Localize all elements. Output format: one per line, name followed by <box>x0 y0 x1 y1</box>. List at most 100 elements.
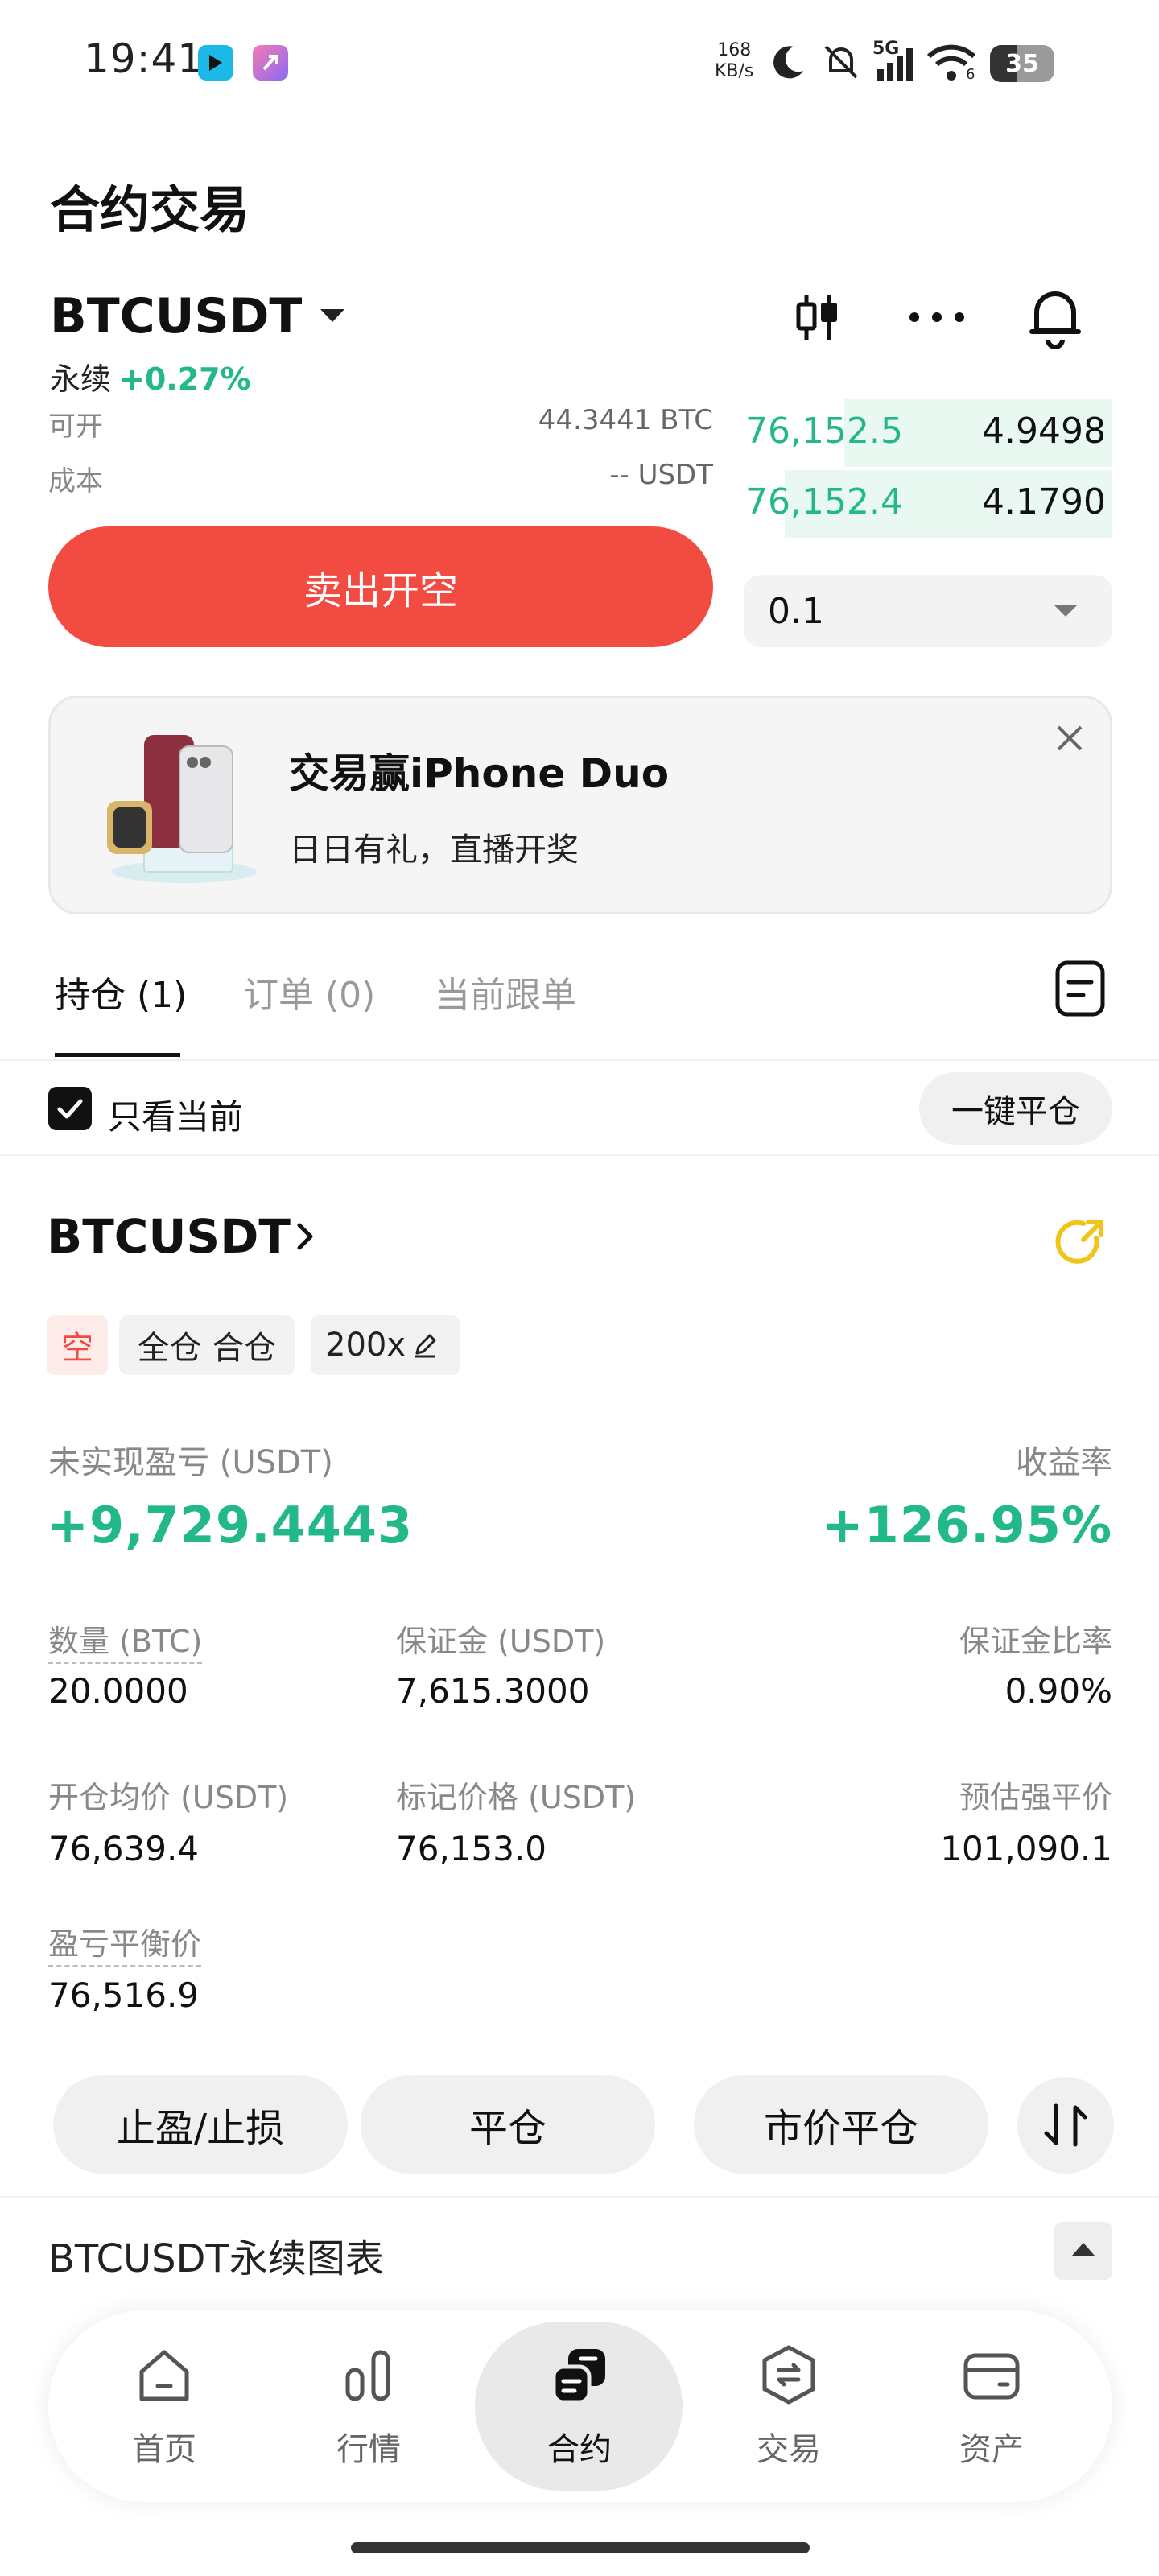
nav-label: 交易 <box>757 2431 821 2468</box>
nav-label: 行情 <box>336 2431 401 2468</box>
entry-price-value: 76,639.4 <box>48 1829 200 1868</box>
breakeven-price-label[interactable]: 盈亏平衡价 <box>48 1919 202 1967</box>
caret-down-icon <box>1054 605 1077 617</box>
active-tab-indicator <box>55 1053 180 1057</box>
roe-value: +126.95% <box>821 1496 1112 1554</box>
margin-ratio-label: 保证金比率 <box>959 1624 1112 1659</box>
roe-label: 收益率 <box>1016 1444 1112 1481</box>
chevron-down-icon[interactable] <box>320 309 344 322</box>
side-tag: 空 <box>47 1315 108 1375</box>
symbol-selector[interactable]: BTCUSDT <box>50 288 302 345</box>
divider <box>0 1059 1159 1061</box>
status-time: 19:41 <box>84 35 204 82</box>
unrealized-pnl-value: +9,729.4443 <box>47 1496 414 1554</box>
bid-quantity: 4.9498 <box>982 411 1106 452</box>
bell-icon[interactable] <box>1022 283 1088 349</box>
nav-label: 资产 <box>959 2431 1024 2468</box>
home-icon <box>139 2350 189 2401</box>
tab-positions[interactable]: 持仓 (1) <box>55 966 187 1018</box>
margin-label: 保证金 (USDT) <box>396 1624 606 1659</box>
edit-icon <box>415 1334 436 1358</box>
mark-price-value: 76,153.0 <box>396 1829 547 1868</box>
net-speed-unit: KB/s <box>715 61 754 81</box>
cost-label: 成本 <box>48 465 103 497</box>
contract-type: 永续 <box>50 361 112 397</box>
bid-price: 76,152.5 <box>745 411 903 452</box>
chart-section-title[interactable]: BTCUSDT永续图表 <box>48 2227 384 2283</box>
tp-sl-button[interactable]: 止盈/止损 <box>53 2075 348 2174</box>
bid-price: 76,152.4 <box>745 481 903 522</box>
tab-orders[interactable]: 订单 (0) <box>243 966 375 1018</box>
close-all-button[interactable]: 一键平仓 <box>919 1072 1112 1145</box>
position-symbol[interactable]: BTCUSDT <box>47 1209 291 1264</box>
bottom-nav: 首页 行情 合约 交易 资产 <box>48 2310 1112 2502</box>
mark-price-label: 标记价格 (USDT) <box>396 1780 637 1815</box>
wifi-level: 6 <box>966 66 975 83</box>
unrealized-pnl-label: 未实现盈亏 (USDT) <box>48 1444 333 1481</box>
contract-icon <box>551 2349 605 2405</box>
trade-exchange-icon <box>762 2345 815 2405</box>
nav-assets[interactable]: 资产 <box>895 2310 1088 2502</box>
chevron-right-icon[interactable] <box>295 1220 317 1253</box>
home-indicator <box>351 2542 810 2553</box>
nav-home[interactable]: 首页 <box>68 2310 261 2502</box>
swap-arrows-icon <box>1044 2103 1087 2147</box>
divider <box>0 2196 1159 2198</box>
banner-title: 交易赢iPhone Duo <box>289 750 670 797</box>
sell-open-short-button[interactable]: 卖出开空 <box>48 526 713 647</box>
available-value: 44.3441 BTC <box>538 404 713 436</box>
signal-icon <box>877 48 913 80</box>
market-close-button[interactable]: 市价平仓 <box>694 2075 988 2174</box>
battery-level: 35 <box>1005 50 1039 78</box>
orderbook-row[interactable]: 76,152.5 4.9498 <box>740 399 1112 467</box>
bid-quantity: 4.1790 <box>982 481 1106 522</box>
app-shortcut-icon <box>253 45 288 80</box>
liquidation-price-value: 101,090.1 <box>940 1829 1112 1868</box>
close-icon[interactable] <box>1054 722 1086 754</box>
quantity-select[interactable]: 0.1 <box>744 575 1112 647</box>
leverage-tag[interactable]: 200x <box>311 1315 460 1375</box>
nav-trade[interactable]: 交易 <box>692 2310 885 2502</box>
margin-mode-tag[interactable]: 全仓 合仓 <box>119 1315 295 1375</box>
moon-icon <box>773 46 803 79</box>
wallet-icon <box>963 2353 1020 2400</box>
entry-price-label: 开仓均价 (USDT) <box>48 1780 289 1815</box>
order-history-icon[interactable] <box>1053 960 1107 1018</box>
nav-market[interactable]: 行情 <box>272 2310 465 2502</box>
perpetual-info: 永续 +0.27% <box>50 354 251 398</box>
nav-label: 合约 <box>547 2431 612 2468</box>
quantity-label[interactable]: 数量 (BTC) <box>48 1616 203 1664</box>
margin-ratio-value: 0.90% <box>1004 1671 1112 1711</box>
more-icon[interactable] <box>906 298 967 336</box>
app-badge-icon <box>198 45 233 80</box>
only-current-label[interactable]: 只看当前 <box>108 1090 243 1139</box>
available-label: 可开 <box>48 411 103 443</box>
banner-subtitle: 日日有礼，直播开奖 <box>289 832 579 869</box>
leverage-value: 200x <box>325 1327 406 1364</box>
net-speed-value: 168 <box>717 40 752 60</box>
silent-bell-icon <box>824 45 858 79</box>
candlestick-chart-icon[interactable] <box>790 290 845 345</box>
market-bars-icon <box>345 2350 390 2401</box>
nav-contract[interactable]: 合约 <box>483 2310 676 2502</box>
margin-value: 7,615.3000 <box>396 1671 590 1711</box>
tab-copy-trading[interactable]: 当前跟单 <box>435 966 576 1018</box>
liquidation-price-label: 预估强平价 <box>959 1780 1112 1815</box>
close-position-button[interactable]: 平仓 <box>361 2075 655 2174</box>
checkmark-icon <box>57 1099 83 1119</box>
quantity-value: 20.0000 <box>48 1671 188 1711</box>
only-current-checkbox[interactable] <box>48 1087 92 1130</box>
price-change: +0.27% <box>119 361 251 397</box>
quantity-value: 0.1 <box>768 591 824 632</box>
share-icon[interactable] <box>1051 1214 1109 1272</box>
divider <box>0 1154 1159 1156</box>
reverse-position-button[interactable] <box>1017 2077 1114 2174</box>
battery-icon: 35 <box>990 45 1054 82</box>
expand-collapse-icon[interactable] <box>1054 2222 1112 2280</box>
orderbook-row[interactable]: 76,152.4 4.1790 <box>740 470 1112 538</box>
cost-value: -- USDT <box>609 459 713 491</box>
promo-banner[interactable]: 交易赢iPhone Duo 日日有礼，直播开奖 <box>48 696 1112 914</box>
page-title: 合约交易 <box>50 180 250 239</box>
nav-label: 首页 <box>132 2431 196 2468</box>
network-speed: 168 KB/s <box>715 40 753 82</box>
